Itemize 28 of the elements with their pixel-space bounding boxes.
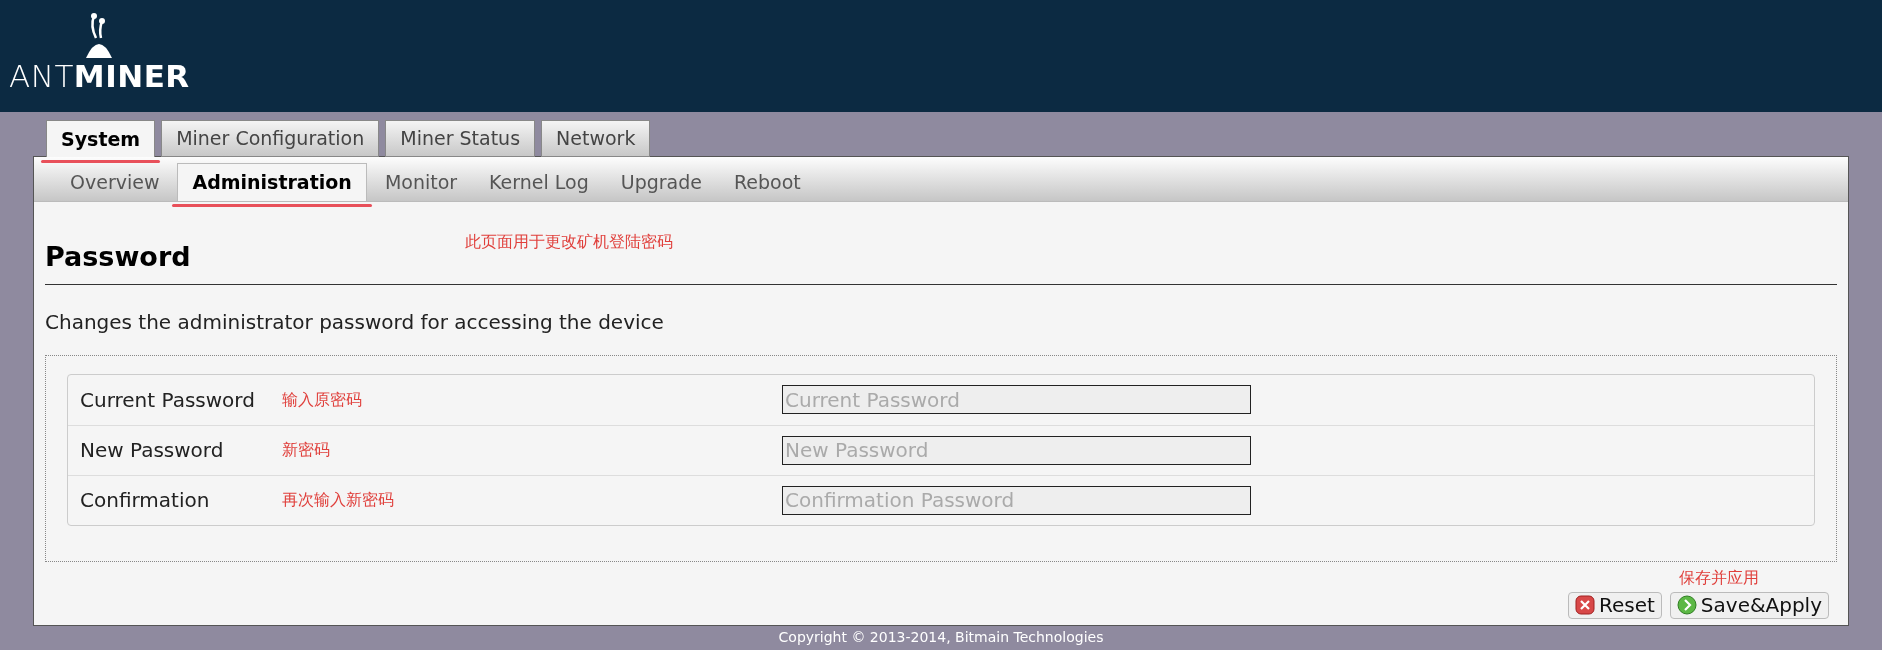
section-description: Changes the administrator password for accessing the device [45, 308, 665, 336]
password-field[interactable]: Current Password [782, 385, 1251, 414]
annotation-note: 新密码 [282, 439, 330, 461]
password-field[interactable]: New Password [782, 435, 1251, 465]
tab[interactable]: Miner Status [385, 120, 536, 157]
subtab[interactable]: Upgrade [606, 163, 716, 201]
logo-text: ANTMINER [9, 61, 190, 92]
password-field[interactable]: Confirmation Password [782, 485, 1251, 515]
subtab[interactable]: Reboot [720, 163, 815, 201]
arrow-circle-icon [1676, 595, 1697, 615]
subtab[interactable]: Kernel Log [475, 163, 603, 201]
annotation-note: 再次输入新密码 [282, 489, 394, 511]
annotation-note: 输入原密码 [282, 388, 362, 411]
annotation-note: 此页面用于更改矿机登陆密码 [465, 231, 673, 253]
tab[interactable]: Network [541, 120, 651, 157]
section-title: Password [45, 240, 192, 274]
field-label: Confirmation [80, 487, 211, 514]
tab[interactable]: Miner Configuration [161, 120, 380, 157]
copyright-text: Copyright © 2013-2014, Bitmain Technologies [778, 628, 1104, 646]
subtab[interactable]: Monitor [370, 163, 472, 201]
subtab[interactable]: Overview [56, 163, 174, 201]
field-label: Current Password [80, 386, 256, 414]
save-button[interactable]: Save&Apply [1669, 591, 1829, 619]
close-icon [1574, 595, 1595, 615]
ant-logo-icon [84, 12, 115, 60]
annotation-note: 保存并应用 [1679, 566, 1759, 589]
field-label: New Password [80, 437, 225, 464]
reset-button[interactable]: Reset [1567, 591, 1662, 619]
